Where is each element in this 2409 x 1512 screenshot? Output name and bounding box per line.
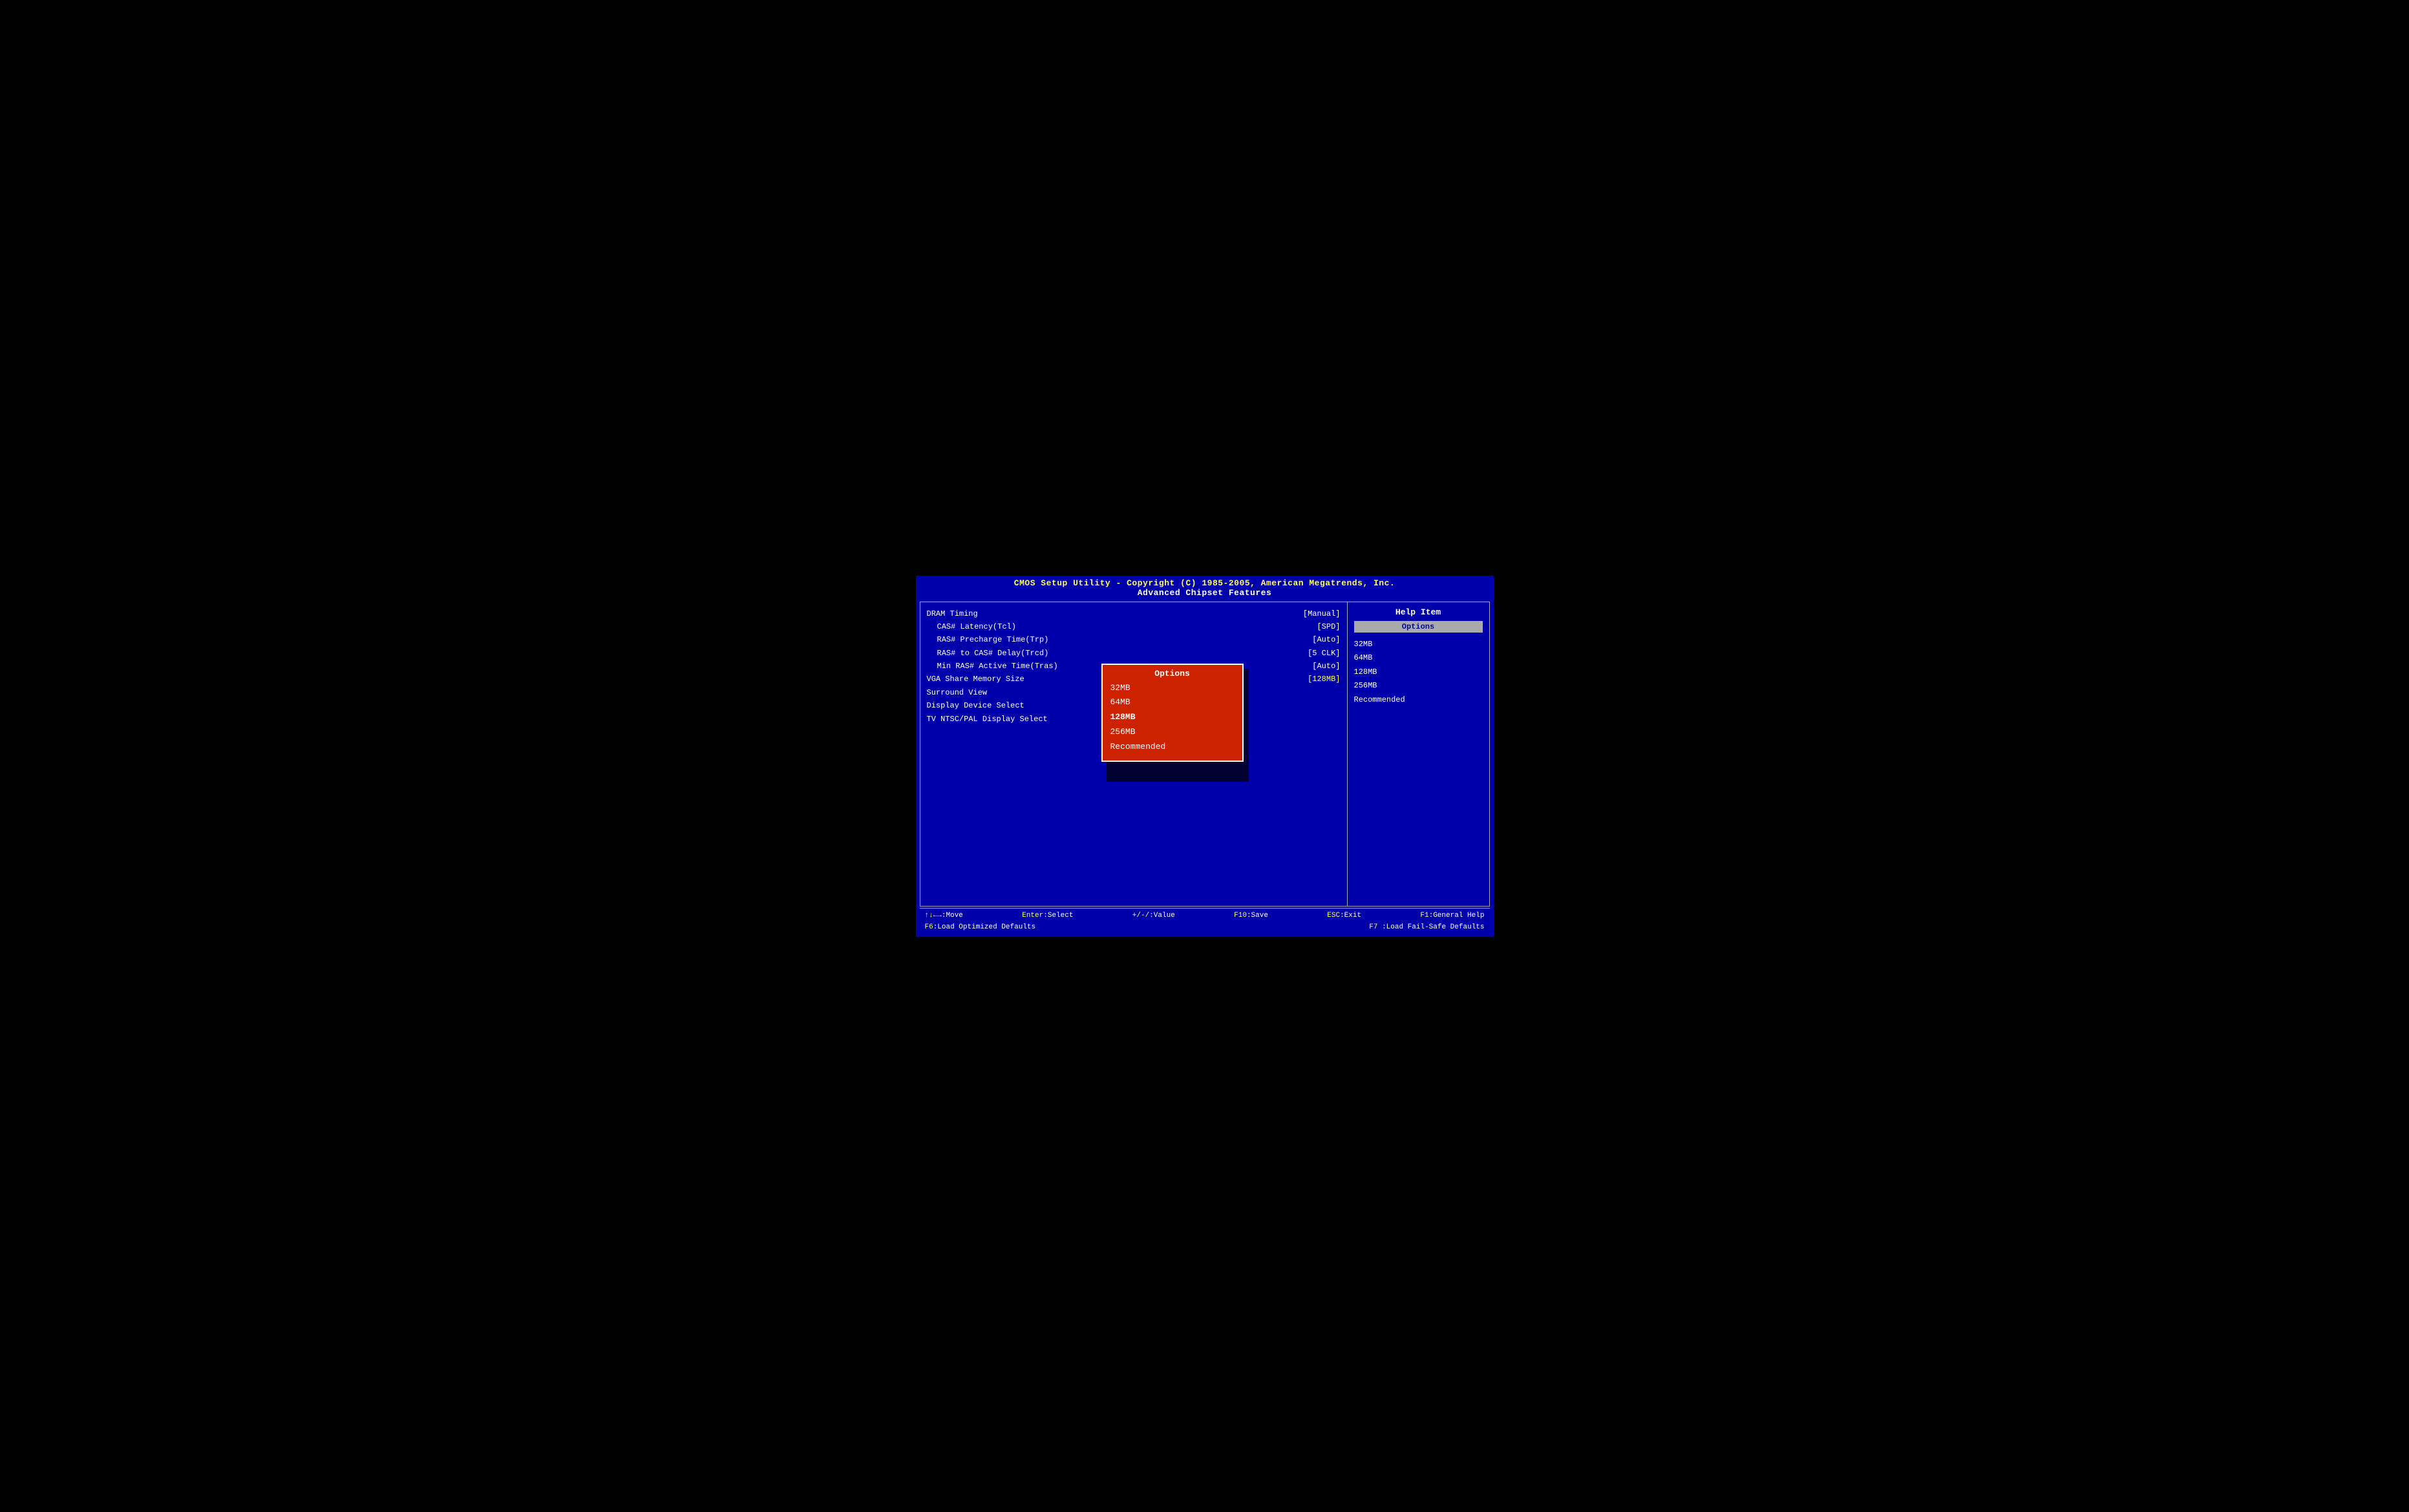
footer-item-2: +/-/:Value [1132,910,1175,922]
menu-item-label-3: RAS# to CAS# Delay(Trcd) [927,647,1049,660]
footer-item-0: ↑↓←→:Move [925,910,963,922]
footer-item-3: F10:Save [1234,910,1268,922]
footer-row1: ↑↓←→:Move Enter:Select +/-/:Value F10:Save E… [925,910,1485,922]
popup-title: Options [1110,669,1235,678]
menu-item-1[interactable]: CAS# Latency(Tcl) [SPD] [927,620,1341,633]
menu-item-label-6: Surround View [927,686,988,699]
popup-item-0[interactable]: 32MB [1110,681,1235,696]
header-title: CMOS Setup Utility - Copyright (C) 1985-… [921,578,1489,588]
help-option-2: 128MB [1354,666,1483,680]
right-panel: Help Item Options 32MB64MB128MB256MBReco… [1347,602,1489,907]
left-panel: DRAM Timing [Manual] CAS# Latency(Tcl) [SPD… [920,602,1347,907]
popup-item-1[interactable]: 64MB [1110,695,1235,710]
menu-item-label-5: VGA Share Memory Size [927,673,1024,686]
main-area: DRAM Timing [Manual] CAS# Latency(Tcl) [SPD… [920,602,1490,907]
footer-row2-item-1: F7 :Load Fail-Safe Defaults [1369,922,1484,934]
menu-item-value-0: [Manual] [1303,607,1341,620]
menu-item-value-2: [Auto] [1312,633,1340,646]
menu-item-label-1: CAS# Latency(Tcl) [927,620,1016,633]
footer-item-5: F1:General Help [1420,910,1484,922]
menu-item-0[interactable]: DRAM Timing [Manual] [927,607,1341,620]
footer-item-4: ESC:Exit [1327,910,1361,922]
popup-item-3[interactable]: 256MB [1110,725,1235,740]
menu-item-3[interactable]: RAS# to CAS# Delay(Trcd) [5 CLK] [927,647,1341,660]
footer-row2: F6:Load Optimized Defaults F7 :Load Fail-… [925,922,1485,934]
popup-item-4[interactable]: Recommended [1110,740,1235,755]
bios-screen: CMOS Setup Utility - Copyright (C) 1985-… [914,574,1496,939]
footer-item-1: Enter:Select [1022,910,1073,922]
footer-row2-item-0: F6:Load Optimized Defaults [925,922,1036,934]
help-option-0: 32MB [1354,638,1483,652]
help-options: 32MB64MB128MB256MBRecommended [1354,638,1483,708]
popup-items: 32MB64MB128MB256MBRecommended [1110,681,1235,755]
options-bar: Options [1354,621,1483,633]
help-option-3: 256MB [1354,679,1483,693]
menu-item-value-5: [128MB] [1308,673,1340,686]
menu-item-value-1: [SPD] [1317,620,1340,633]
menu-item-label-0: DRAM Timing [927,607,978,620]
popup-overlay: Options 32MB64MB128MB256MBRecommended [1101,664,1244,762]
header: CMOS Setup Utility - Copyright (C) 1985-… [916,576,1494,600]
menu-item-label-4: Min RAS# Active Time(Tras) [927,660,1058,673]
help-option-1: 64MB [1354,651,1483,666]
menu-item-label-2: RAS# Precharge Time(Trp) [927,633,1049,646]
help-title: Help Item [1354,607,1483,617]
menu-item-value-4: [Auto] [1312,660,1340,673]
menu-item-value-3: [5 CLK] [1308,647,1340,660]
menu-item-label-7: Display Device Select [927,699,1024,712]
header-subtitle: Advanced Chipset Features [921,588,1489,598]
popup: Options 32MB64MB128MB256MBRecommended [1101,664,1244,762]
footer: ↑↓←→:Move Enter:Select +/-/:Value F10:Save E… [920,908,1490,935]
help-option-4: Recommended [1354,693,1483,708]
popup-item-2[interactable]: 128MB [1110,710,1235,725]
menu-item-label-8: TV NTSC/PAL Display Select [927,713,1048,726]
menu-item-2[interactable]: RAS# Precharge Time(Trp) [Auto] [927,633,1341,646]
